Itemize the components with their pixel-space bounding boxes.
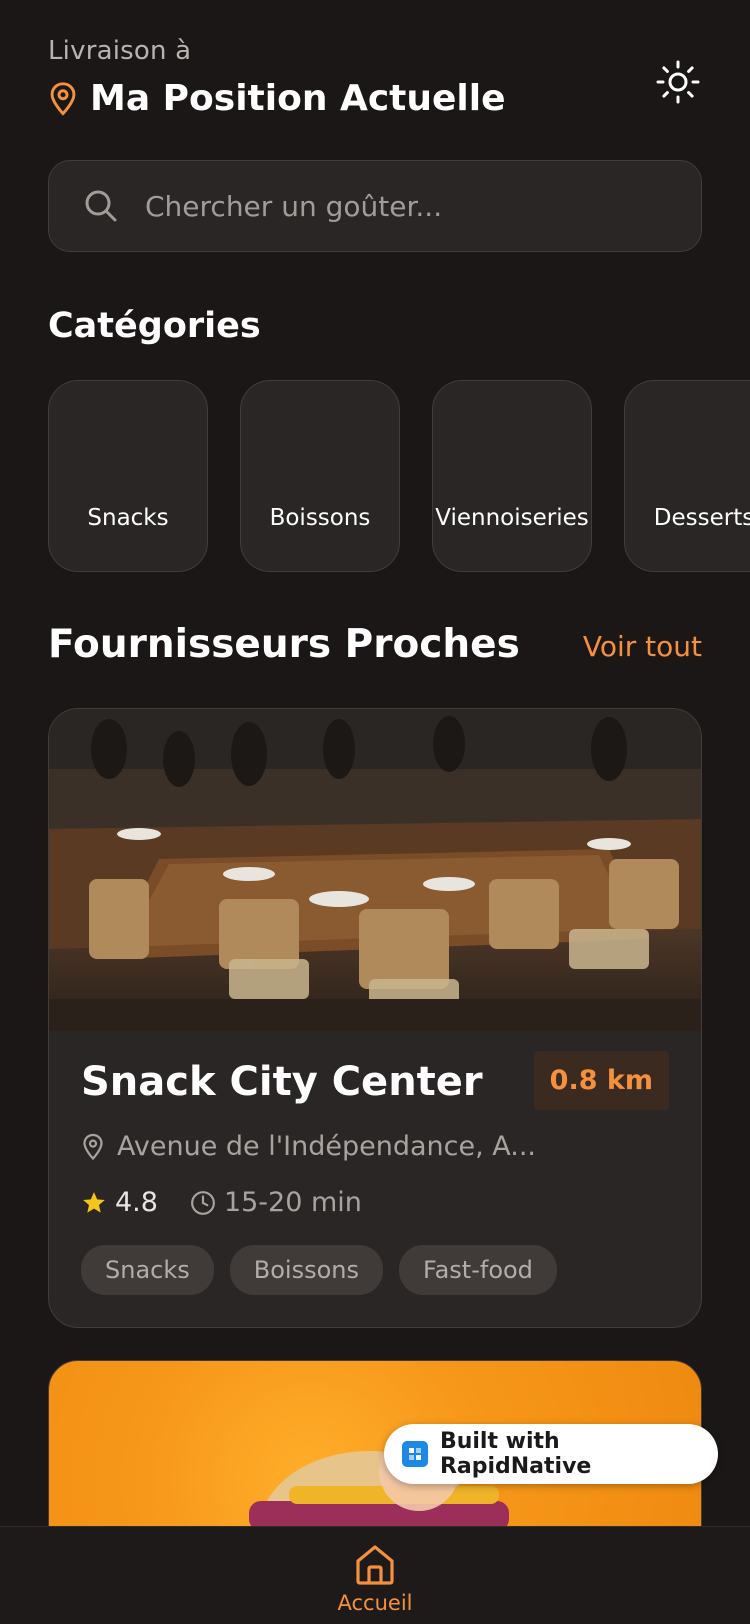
provider-tags: Snacks Boissons Fast-food (81, 1245, 573, 1295)
bottom-tab-bar: Accueil (0, 1526, 750, 1624)
distance-badge: 0.8 km (533, 1051, 669, 1110)
category-label: Snacks (87, 505, 169, 531)
star-icon (83, 1191, 105, 1213)
meta-row: 4.8 15-20 min (81, 1187, 362, 1218)
search-bar[interactable] (48, 160, 702, 252)
provider-rating: 4.8 (115, 1187, 158, 1218)
see-all-link[interactable]: Voir tout (583, 630, 702, 663)
category-snacks[interactable]: Snacks (48, 380, 208, 572)
location-pin-icon (83, 1133, 103, 1160)
tag: Snacks (81, 1245, 214, 1295)
provider-image (49, 709, 701, 1031)
built-with-badge[interactable]: Built with RapidNative (384, 1424, 718, 1484)
theme-toggle-button[interactable] (654, 58, 702, 106)
restaurant-photo (49, 709, 701, 1031)
provider-card[interactable]: Snack City Center 0.8 km Avenue de l'Ind… (48, 708, 702, 1328)
category-label: Desserts (653, 505, 750, 531)
provider-address: Avenue de l'Indépendance, A... (117, 1131, 537, 1162)
delivery-label: Livraison à (48, 36, 192, 66)
home-icon (356, 1545, 394, 1585)
current-location: Ma Position Actuelle (90, 78, 506, 119)
tag: Fast-food (398, 1245, 557, 1295)
nearby-providers-title: Fournisseurs Proches (48, 622, 520, 667)
category-label: Viennoiseries (435, 505, 589, 531)
categories-title: Catégories (48, 306, 261, 346)
address-row: Avenue de l'Indépendance, A... (81, 1131, 536, 1162)
category-viennoiseries[interactable]: Viennoiseries (432, 380, 592, 572)
location-selector[interactable]: Ma Position Actuelle (48, 78, 506, 119)
category-desserts[interactable]: Desserts (624, 380, 750, 572)
header: Livraison à Ma Position Actuelle (48, 36, 702, 126)
delivery-time: 15-20 min (223, 1187, 362, 1218)
search-input[interactable] (145, 189, 665, 223)
provider-info: Snack City Center 0.8 km Avenue de l'Ind… (81, 1051, 669, 1295)
badge-text: Built with RapidNative (439, 1429, 592, 1479)
categories-list: Snacks Boissons Viennoiseries Desserts (48, 380, 750, 572)
rapidnative-logo-icon (402, 1441, 428, 1467)
location-pin-icon (50, 81, 76, 116)
category-boissons[interactable]: Boissons (240, 380, 400, 572)
search-icon (85, 190, 117, 222)
category-label: Boissons (269, 505, 371, 531)
clock-icon (191, 1190, 215, 1215)
sun-icon (656, 60, 700, 104)
tab-home-label: Accueil (337, 1591, 413, 1615)
tab-home[interactable]: Accueil (337, 1541, 413, 1615)
tag: Boissons (229, 1245, 383, 1295)
